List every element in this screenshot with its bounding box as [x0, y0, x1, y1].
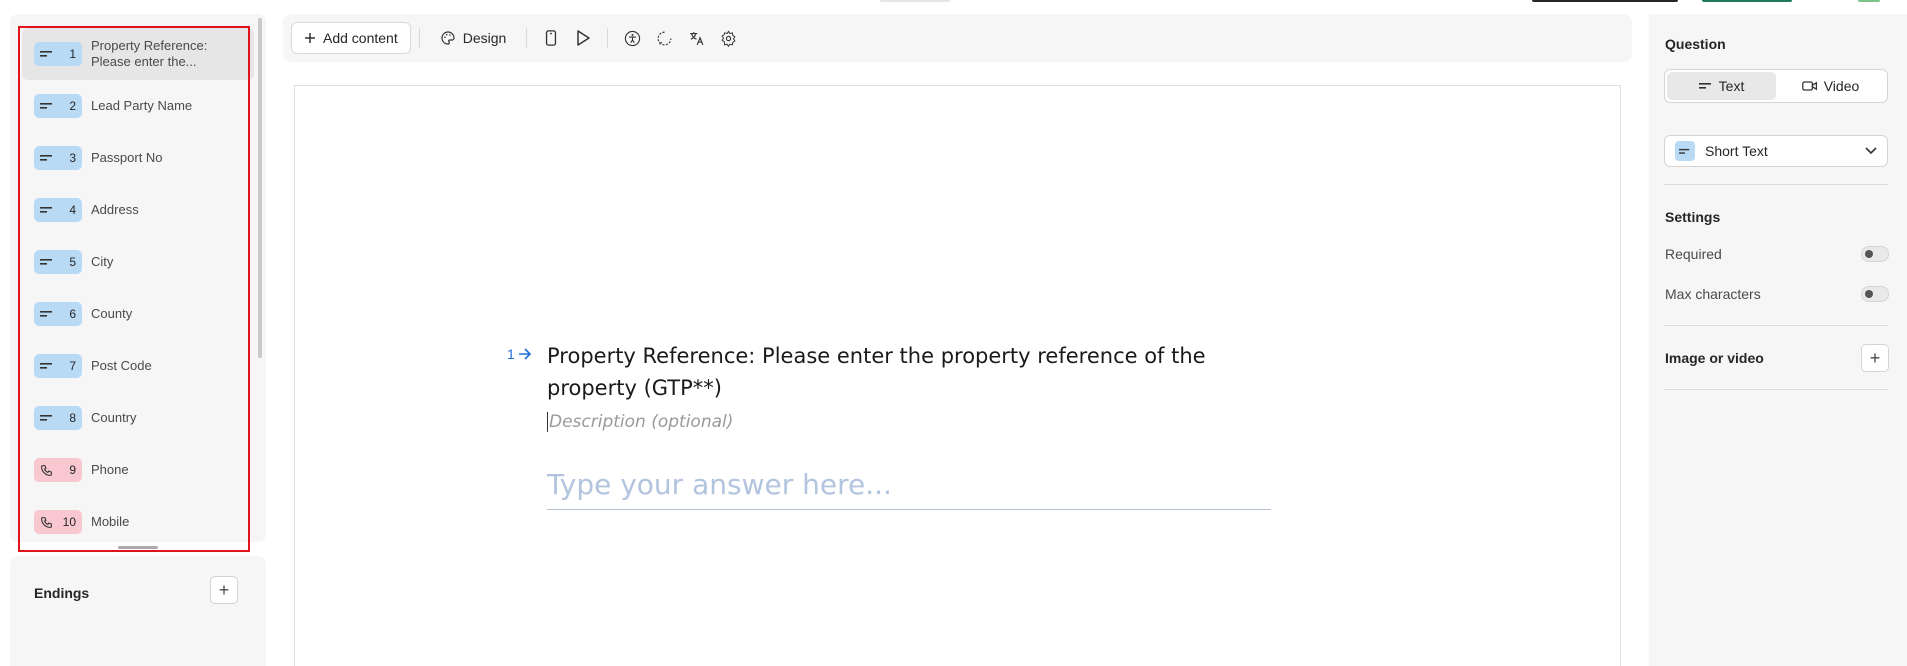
question-type-value: Short Text [1705, 143, 1768, 159]
avatar-fragment[interactable] [1858, 0, 1880, 2]
chevron-down-icon [1865, 147, 1877, 155]
toolbar-divider [526, 28, 528, 48]
question-number-indicator: 1 [507, 346, 532, 362]
settings-gear-icon[interactable] [712, 22, 744, 54]
logic-icon[interactable] [648, 22, 680, 54]
answer-input[interactable] [547, 468, 1271, 510]
divider [1664, 325, 1888, 326]
accessibility-icon[interactable] [616, 22, 648, 54]
question-section-title: Question [1665, 36, 1726, 52]
header-tab-fragment [880, 0, 950, 2]
question-number: 1 [507, 346, 515, 362]
tab-text-label: Text [1718, 78, 1745, 94]
divider [1664, 184, 1888, 185]
endings-panel: Endings + [10, 556, 266, 666]
question-type-badge [1675, 141, 1695, 161]
arrow-right-icon [518, 348, 531, 360]
add-media-button[interactable]: + [1861, 344, 1889, 372]
question-format-toggle: Text Video [1664, 69, 1888, 103]
question-list-scrollbar[interactable] [258, 18, 262, 358]
question-type-select[interactable]: Short Text [1664, 135, 1888, 167]
max-characters-toggle[interactable] [1861, 286, 1889, 302]
selection-highlight [18, 26, 250, 552]
short-text-icon [1698, 83, 1711, 89]
form-builder-page: 1 Property Reference: Please enter the..… [0, 0, 1907, 666]
form-canvas: 1 Property Reference: Please enter the p… [294, 85, 1621, 666]
divider [1664, 389, 1888, 390]
palette-icon [441, 31, 455, 45]
question-settings-panel: Question Text Video Short Text Settings … [1649, 14, 1907, 666]
setting-max-characters: Max characters [1665, 286, 1889, 302]
image-or-video-row: Image or video + [1665, 344, 1889, 372]
endings-title: Endings [34, 585, 90, 601]
question-description[interactable]: Description (optional) [547, 412, 733, 432]
tab-video-label: Video [1823, 78, 1860, 94]
add-content-button[interactable]: Add content [291, 22, 411, 54]
image-or-video-label: Image or video [1665, 350, 1764, 366]
play-icon[interactable] [567, 22, 599, 54]
toolbar: Add content Design [283, 14, 1632, 62]
tab-text[interactable]: Text [1667, 72, 1776, 100]
design-label: Design [462, 30, 507, 46]
toolbar-divider [418, 28, 420, 48]
required-toggle[interactable] [1861, 246, 1889, 262]
header-button-fragment[interactable] [1532, 0, 1678, 2]
setting-required: Required [1665, 246, 1889, 262]
design-button[interactable]: Design [428, 22, 519, 54]
settings-title: Settings [1665, 209, 1721, 225]
question-title[interactable]: Property Reference: Please enter the pro… [547, 340, 1267, 404]
setting-required-label: Required [1665, 246, 1722, 262]
tab-video[interactable]: Video [1776, 72, 1885, 100]
add-content-label: Add content [323, 30, 398, 46]
translate-icon[interactable] [680, 22, 712, 54]
add-ending-button[interactable]: + [210, 576, 238, 604]
mobile-preview-icon[interactable] [535, 22, 567, 54]
question-block: 1 Property Reference: Please enter the p… [507, 340, 1287, 510]
toolbar-divider [607, 28, 609, 48]
setting-max-characters-label: Max characters [1665, 286, 1761, 302]
short-text-icon [1679, 148, 1690, 154]
video-icon [1801, 81, 1817, 91]
publish-button-fragment[interactable] [1702, 0, 1792, 2]
plus-icon [305, 33, 315, 43]
